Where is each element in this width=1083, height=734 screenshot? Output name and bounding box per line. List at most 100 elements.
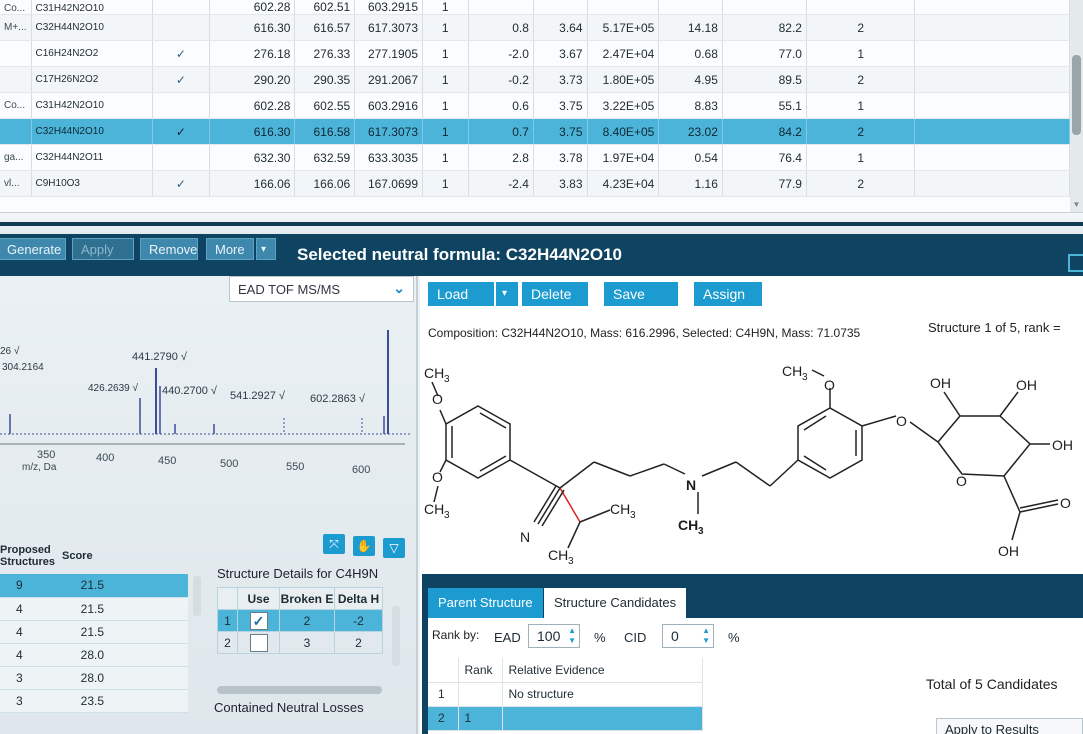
table-row[interactable]: vl... C9H10O3 ✓ 166.06 166.06 167.0699 1 -2.4 3.… — [0, 170, 1070, 197]
delete-button[interactable]: Delete — [522, 282, 588, 306]
list-item[interactable]: 4 28.0 — [0, 643, 188, 667]
results-table[interactable]: Co... C31H42N2O10 602.28 602.51 603.2915 1 M+.… — [0, 0, 1070, 212]
bond — [1011, 511, 1021, 541]
list-item[interactable]: 4 21.5 — [0, 597, 188, 621]
scroll-down-icon[interactable]: ▼ — [1072, 200, 1081, 209]
table-row[interactable]: Co... C31H42N2O10 602.28 602.51 603.2915 1 — [0, 0, 1070, 15]
proposed-structures-table[interactable]: Proposed Structures Score 9 21.5 4 21.5 4 21.… — [0, 538, 200, 713]
list-item[interactable]: 3 28.0 — [0, 666, 188, 690]
proposed-score: 21.5 — [58, 597, 108, 621]
use-checkbox[interactable] — [249, 633, 268, 652]
assign-button[interactable]: Assign — [694, 282, 762, 306]
candidates-grid[interactable]: Rank Relative Evidence 1 No structure 2 1 — [428, 658, 703, 731]
percent-label: % — [594, 630, 606, 645]
spinner-arrows-icon[interactable]: ▲ ▼ — [702, 626, 710, 646]
ms-spectrum[interactable]: 26 √ 304.2164 441.2790 √ 426.2639 √ 440.… — [0, 306, 414, 501]
use-checkbox[interactable]: ✓ — [249, 611, 268, 630]
table-row[interactable]: ga... C32H44N2O11 632.30 632.59 633.3035 1 2.8… — [0, 144, 1070, 171]
table-cell: 82.2 — [722, 14, 807, 41]
delta-header: Delta H — [334, 587, 383, 610]
bond — [909, 421, 939, 443]
bond — [999, 391, 1019, 417]
table-row[interactable]: M+... C32H44N2O10 616.30 616.57 617.3073 1 0.8… — [0, 14, 1070, 41]
save-as-button[interactable]: Save As... — [604, 282, 678, 326]
hand-icon[interactable]: ✋ — [353, 536, 375, 556]
expand-icon[interactable]: ⤧ — [323, 534, 345, 554]
scrollbar-thumb[interactable] — [1072, 55, 1081, 135]
atom-label: CH — [548, 547, 568, 563]
results-scrollbar[interactable]: ▼ — [1070, 0, 1083, 212]
table-cell: 602.55 — [294, 92, 356, 119]
table-cell: 23.02 — [658, 118, 723, 145]
table-row[interactable]: C16H24N2O2 ✓ 276.18 276.33 277.1905 1 -2.0 3.67… — [0, 40, 1070, 67]
proposed-scrollbar[interactable] — [193, 576, 201, 616]
apply-to-results-button[interactable]: Apply to Results — [936, 718, 1083, 734]
bond — [567, 521, 581, 549]
apply-button[interactable]: Apply — [72, 238, 134, 260]
ead-spinner[interactable]: 100 ▲ ▼ — [528, 624, 580, 648]
rank-value — [458, 682, 503, 707]
bond — [1019, 503, 1059, 513]
table-row[interactable]: 232 — [217, 631, 383, 654]
table-cell: 1 — [422, 40, 469, 67]
table-cell: 1 — [806, 40, 916, 67]
atom-label: CH — [610, 501, 630, 517]
proposed-score: 28.0 — [58, 666, 108, 690]
window-icon[interactable] — [1068, 254, 1083, 272]
total-candidates: Total of 5 Candidates — [926, 676, 1058, 692]
table-row[interactable]: 1 ✓ 2 -2 — [217, 609, 383, 632]
tab-structure-candidates[interactable]: Structure Candidates — [544, 588, 687, 618]
table-cell: 14.18 — [658, 14, 723, 41]
table-cell: 167.0699 — [354, 170, 424, 197]
list-item[interactable]: 3 23.5 — [0, 689, 188, 713]
atom-label: OH — [930, 375, 951, 391]
table-row[interactable]: C32H44N2O10 ✓ 616.30 616.58 617.3073 1 0.7 3.75… — [0, 118, 1070, 145]
ms-mode-select[interactable]: EAD TOF MS/MS ⌄ — [229, 276, 414, 302]
details-hscrollbar[interactable] — [217, 686, 382, 694]
table-cell: 8.40E+05 — [587, 118, 660, 145]
load-button[interactable]: Load — [428, 282, 494, 306]
broken-header: Broken E — [279, 587, 335, 610]
table-row[interactable]: Co... C31H42N2O10 602.28 602.55 603.2916 1 0.6… — [0, 92, 1070, 119]
generate-button[interactable]: Generate — [0, 238, 66, 260]
load-dropdown-icon[interactable]: ▾ — [496, 282, 518, 306]
tab-parent-structure[interactable]: Parent Structure — [428, 588, 543, 618]
list-item[interactable]: 9 21.5 — [0, 574, 188, 598]
filter-icon[interactable]: ▽ — [383, 538, 405, 558]
remove-button[interactable]: Remove — [140, 238, 198, 260]
x-tick-label: 450 — [158, 455, 176, 467]
table-row[interactable]: 21 — [428, 706, 703, 731]
table-cell: 1 — [422, 66, 469, 93]
atom-subscript: 3 — [698, 526, 704, 537]
table-cell: 0.6 — [468, 92, 534, 119]
details-scrollbar[interactable] — [392, 606, 400, 666]
table-cell: 290.20 — [209, 66, 296, 93]
table-cell: 0.8 — [468, 14, 534, 41]
rank-header: Rank — [458, 658, 503, 683]
list-item[interactable]: 4 21.5 — [0, 620, 188, 644]
structure-details-grid[interactable]: Use Broken E Delta H 1 ✓ 2 -2 2 3 2 — [217, 587, 383, 654]
table-row[interactable]: 1 No structure — [428, 682, 703, 707]
panel-splitter[interactable] — [0, 212, 1083, 234]
bond — [1003, 475, 1021, 513]
cid-spinner[interactable]: 0 ▲ ▼ — [662, 624, 714, 648]
proposed-count: 3 — [0, 666, 58, 690]
proposed-count: 3 — [0, 689, 58, 713]
table-cell: 602.28 — [209, 92, 296, 119]
more-button[interactable]: More — [206, 238, 254, 260]
table-cell: 2 — [806, 118, 916, 145]
table-cell: 603.2916 — [354, 92, 424, 119]
table-cell: C31H42N2O10 — [31, 92, 153, 119]
proposed-grid: Proposed Structures Score — [0, 538, 188, 574]
table-cell: 603.2915 — [354, 0, 424, 15]
table-cell: 1 — [422, 144, 469, 171]
table-cell: 1.80E+05 — [587, 66, 660, 93]
molecule-structure[interactable]: CH 3 O O CH 3 N CH 3 CH 3 N CH 3 CH 3 O … — [420, 364, 1083, 574]
spinner-arrows-icon[interactable]: ▲ ▼ — [568, 626, 576, 646]
more-dropdown-icon[interactable]: ▾ — [256, 238, 276, 260]
proposed-count: 4 — [0, 597, 58, 621]
table-cell: ✓ — [152, 118, 211, 145]
table-cell: 4.95 — [658, 66, 723, 93]
table-row[interactable]: C17H26N2O2 ✓ 290.20 290.35 291.2067 1 -0.2 3.73… — [0, 66, 1070, 93]
structure-count: Structure 1 of 5, rank = — [928, 320, 1061, 335]
